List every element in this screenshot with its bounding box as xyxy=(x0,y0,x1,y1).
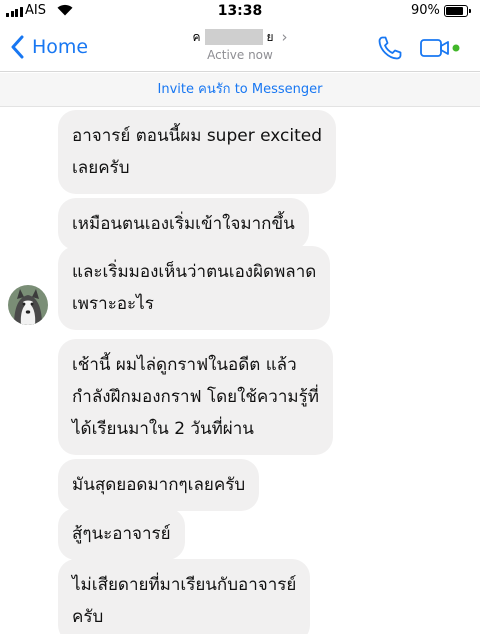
battery-percent: 90% xyxy=(411,3,440,18)
back-chevron-icon xyxy=(11,35,24,59)
message-thread: อาจารย์ ตอนนี้ผม super excited เลยครับ เ… xyxy=(0,107,480,634)
video-call-icon[interactable] xyxy=(420,37,462,59)
contact-title[interactable]: ค ย › Active now xyxy=(160,27,320,62)
call-icon[interactable] xyxy=(376,34,404,62)
back-button-label: Home xyxy=(32,36,89,58)
contact-name-start: ค xyxy=(192,29,201,44)
message-bubble[interactable]: เหมือนตนเองเริ่มเข้าใจมากขึ้น xyxy=(58,198,309,250)
battery-icon xyxy=(444,5,471,17)
message-bubble[interactable]: และเริ่มมองเห็นว่าตนเองผิดพลาด เพราะอะไร xyxy=(58,246,331,330)
invite-to-messenger-banner[interactable]: Invite คนรัก to Messenger xyxy=(0,73,480,107)
active-status: Active now xyxy=(207,48,273,62)
husky-avatar-image xyxy=(8,285,48,325)
message-bubble[interactable]: ไม่เสียดายที่มาเรียนกับอาจารย์ ครับ xyxy=(58,559,311,634)
back-button[interactable]: Home xyxy=(10,33,88,61)
status-time: 13:38 xyxy=(217,3,263,19)
message-bubble[interactable]: อาจารย์ ตอนนี้ผม super excited เลยครับ xyxy=(58,110,337,194)
contact-name-end: ย xyxy=(266,29,274,44)
conversation-header: Home ค ย › Active now xyxy=(0,22,480,72)
status-bar: AIS 13:38 90% xyxy=(0,0,480,22)
redacted-name-block xyxy=(204,29,263,45)
message-bubble[interactable]: เช้านี้ ผมไล่ดูกราฟในอดีต แล้ว กำลังฝึกม… xyxy=(58,339,333,455)
contact-avatar[interactable] xyxy=(8,285,48,325)
message-bubble[interactable]: มันสุดยอดมากๆเลยครับ xyxy=(58,459,260,511)
message-bubble[interactable]: สู้ๆนะอาจารย์ xyxy=(58,508,185,560)
chevron-right-icon: › xyxy=(281,28,288,46)
